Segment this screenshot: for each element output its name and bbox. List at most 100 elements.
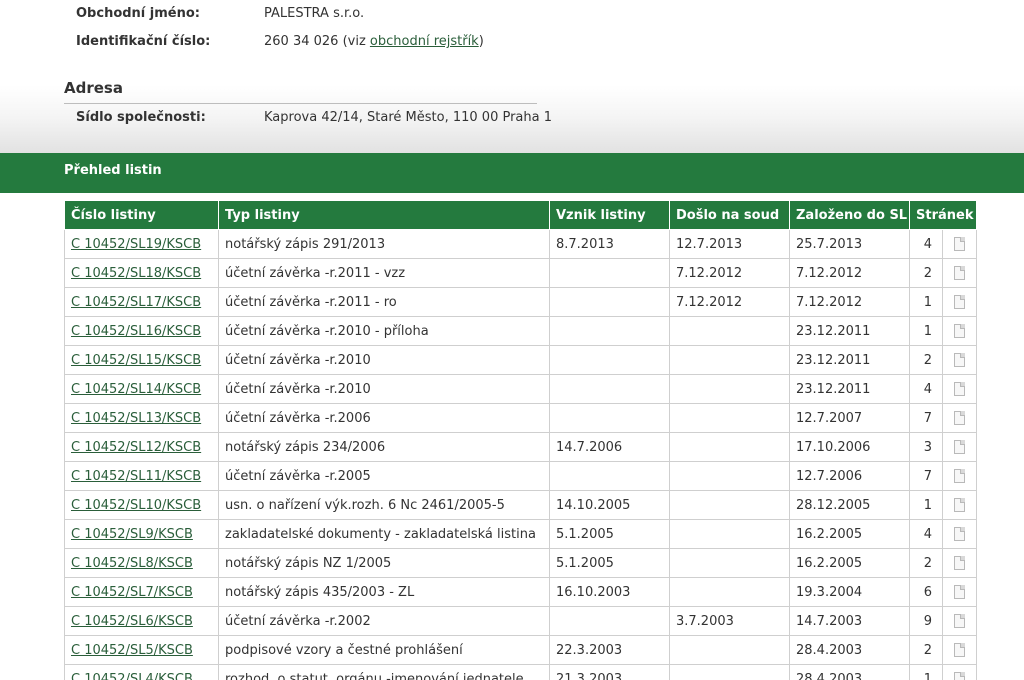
pages-count-cell: 2 [909, 548, 943, 578]
page-icon[interactable] [954, 295, 965, 309]
business-register-link[interactable]: obchodní rejstřík [370, 34, 479, 49]
document-type-cell: notářský zápis 291/2013 [218, 229, 550, 259]
document-number-cell: C 10452/SL13/KSCB [64, 403, 219, 433]
page-icon[interactable] [954, 672, 965, 680]
page-icon[interactable] [954, 411, 965, 425]
document-number-link[interactable]: C 10452/SL4/KSCB [71, 672, 193, 680]
page-icon[interactable] [954, 266, 965, 280]
pages-count-cell: 1 [909, 316, 943, 346]
page-icon[interactable] [954, 614, 965, 628]
document-type-cell: zakladatelské dokumenty - zakladatelská … [218, 519, 550, 549]
document-icon-cell [941, 432, 978, 462]
document-number-link[interactable]: C 10452/SL18/KSCB [71, 266, 201, 281]
table-row: C 10452/SL12/KSCB notářský zápis 234/2006… [64, 432, 978, 462]
created-date-cell [549, 606, 670, 636]
table-row: C 10452/SL11/KSCB účetní závěrka -r.2005 1… [64, 461, 978, 491]
table-row: C 10452/SL19/KSCB notářský zápis 291/2013… [64, 229, 978, 259]
document-icon-cell [941, 635, 978, 665]
document-number-cell: C 10452/SL7/KSCB [64, 577, 219, 607]
document-number-link[interactable]: C 10452/SL14/KSCB [71, 382, 201, 397]
document-number-cell: C 10452/SL6/KSCB [64, 606, 219, 636]
filed-date-cell: 23.12.2011 [789, 345, 910, 375]
document-number-link[interactable]: C 10452/SL13/KSCB [71, 411, 201, 426]
document-number-link[interactable]: C 10452/SL7/KSCB [71, 585, 193, 600]
page-icon[interactable] [954, 382, 965, 396]
page-icon[interactable] [954, 353, 965, 367]
page-icon[interactable] [954, 643, 965, 657]
document-icon-cell [941, 403, 978, 433]
received-date-cell [669, 432, 790, 462]
pages-count-cell: 3 [909, 432, 943, 462]
document-type-cell: usn. o nařízení výk.rozh. 6 Nc 2461/2005… [218, 490, 550, 520]
document-type-cell: účetní závěrka -r.2010 [218, 345, 550, 375]
page-icon[interactable] [954, 498, 965, 512]
received-date-cell [669, 461, 790, 491]
document-number-cell: C 10452/SL8/KSCB [64, 548, 219, 578]
table-row: C 10452/SL14/KSCB účetní závěrka -r.2010 2… [64, 374, 978, 404]
created-date-cell [549, 258, 670, 288]
document-number-link[interactable]: C 10452/SL8/KSCB [71, 556, 193, 571]
created-date-cell: 22.3.2003 [549, 635, 670, 665]
document-icon-cell [941, 490, 978, 520]
document-type-cell: rozhod. o statut. orgánu -jmenování jedn… [218, 664, 550, 680]
received-date-cell [669, 548, 790, 578]
filed-date-cell: 19.3.2004 [789, 577, 910, 607]
document-number-link[interactable]: C 10452/SL19/KSCB [71, 237, 201, 252]
table-row: C 10452/SL10/KSCB usn. o nařízení výk.roz… [64, 490, 978, 520]
pages-count-cell: 7 [909, 461, 943, 491]
page-icon[interactable] [954, 585, 965, 599]
page-icon[interactable] [954, 469, 965, 483]
document-number-link[interactable]: C 10452/SL9/KSCB [71, 527, 193, 542]
document-number-link[interactable]: C 10452/SL15/KSCB [71, 353, 201, 368]
pages-count-cell: 1 [909, 490, 943, 520]
page-icon[interactable] [954, 556, 965, 570]
filed-date-cell: 23.12.2011 [789, 316, 910, 346]
document-number-link[interactable]: C 10452/SL6/KSCB [71, 614, 193, 629]
document-number-cell: C 10452/SL16/KSCB [64, 316, 219, 346]
filed-date-cell: 17.10.2006 [789, 432, 910, 462]
column-header-created: Vznik listiny [549, 200, 670, 230]
page-icon[interactable] [954, 440, 965, 454]
document-number-cell: C 10452/SL15/KSCB [64, 345, 219, 375]
table-row: C 10452/SL9/KSCB zakladatelské dokumenty … [64, 519, 978, 549]
pages-count-cell: 7 [909, 403, 943, 433]
document-number-link[interactable]: C 10452/SL16/KSCB [71, 324, 201, 339]
document-icon-cell [941, 287, 978, 317]
column-header-pages: Stránek [908, 200, 978, 230]
created-date-cell [549, 461, 670, 491]
pages-count-cell: 2 [909, 635, 943, 665]
page-icon[interactable] [954, 324, 965, 338]
document-icon-cell [941, 548, 978, 578]
pages-count-cell: 2 [909, 345, 943, 375]
pages-count-cell: 6 [909, 577, 943, 607]
company-name-value: PALESTRA s.r.o. [264, 6, 365, 21]
company-id-number: 260 34 026 (viz [264, 34, 370, 49]
received-date-cell: 7.12.2012 [669, 258, 790, 288]
received-date-cell [669, 577, 790, 607]
column-header-received: Došlo na soud [669, 200, 790, 230]
page-icon[interactable] [954, 237, 965, 251]
table-row: C 10452/SL15/KSCB účetní závěrka -r.2010 2… [64, 345, 978, 375]
received-date-cell [669, 635, 790, 665]
received-date-cell [669, 403, 790, 433]
document-number-cell: C 10452/SL9/KSCB [64, 519, 219, 549]
filed-date-cell: 25.7.2013 [789, 229, 910, 259]
company-id-suffix: ) [478, 34, 484, 49]
document-type-cell: notářský zápis 435/2003 - ZL [218, 577, 550, 607]
document-number-link[interactable]: C 10452/SL12/KSCB [71, 440, 201, 455]
company-name-label: Obchodní jméno: [76, 6, 200, 21]
table-row: C 10452/SL13/KSCB účetní závěrka -r.2006 1… [64, 403, 978, 433]
document-number-link[interactable]: C 10452/SL17/KSCB [71, 295, 201, 310]
table-row: C 10452/SL5/KSCB podpisové vzory a čestné… [64, 635, 978, 665]
page-icon[interactable] [954, 527, 965, 541]
document-type-cell: notářský zápis 234/2006 [218, 432, 550, 462]
document-number-link[interactable]: C 10452/SL11/KSCB [71, 469, 201, 484]
column-header-document-type: Typ listiny [218, 200, 550, 230]
document-type-cell: účetní závěrka -r.2010 [218, 374, 550, 404]
table-row: C 10452/SL16/KSCB účetní závěrka -r.2010 … [64, 316, 978, 346]
document-number-link[interactable]: C 10452/SL10/KSCB [71, 498, 201, 513]
document-number-cell: C 10452/SL11/KSCB [64, 461, 219, 491]
document-number-cell: C 10452/SL18/KSCB [64, 258, 219, 288]
document-number-link[interactable]: C 10452/SL5/KSCB [71, 643, 193, 658]
document-number-cell: C 10452/SL14/KSCB [64, 374, 219, 404]
